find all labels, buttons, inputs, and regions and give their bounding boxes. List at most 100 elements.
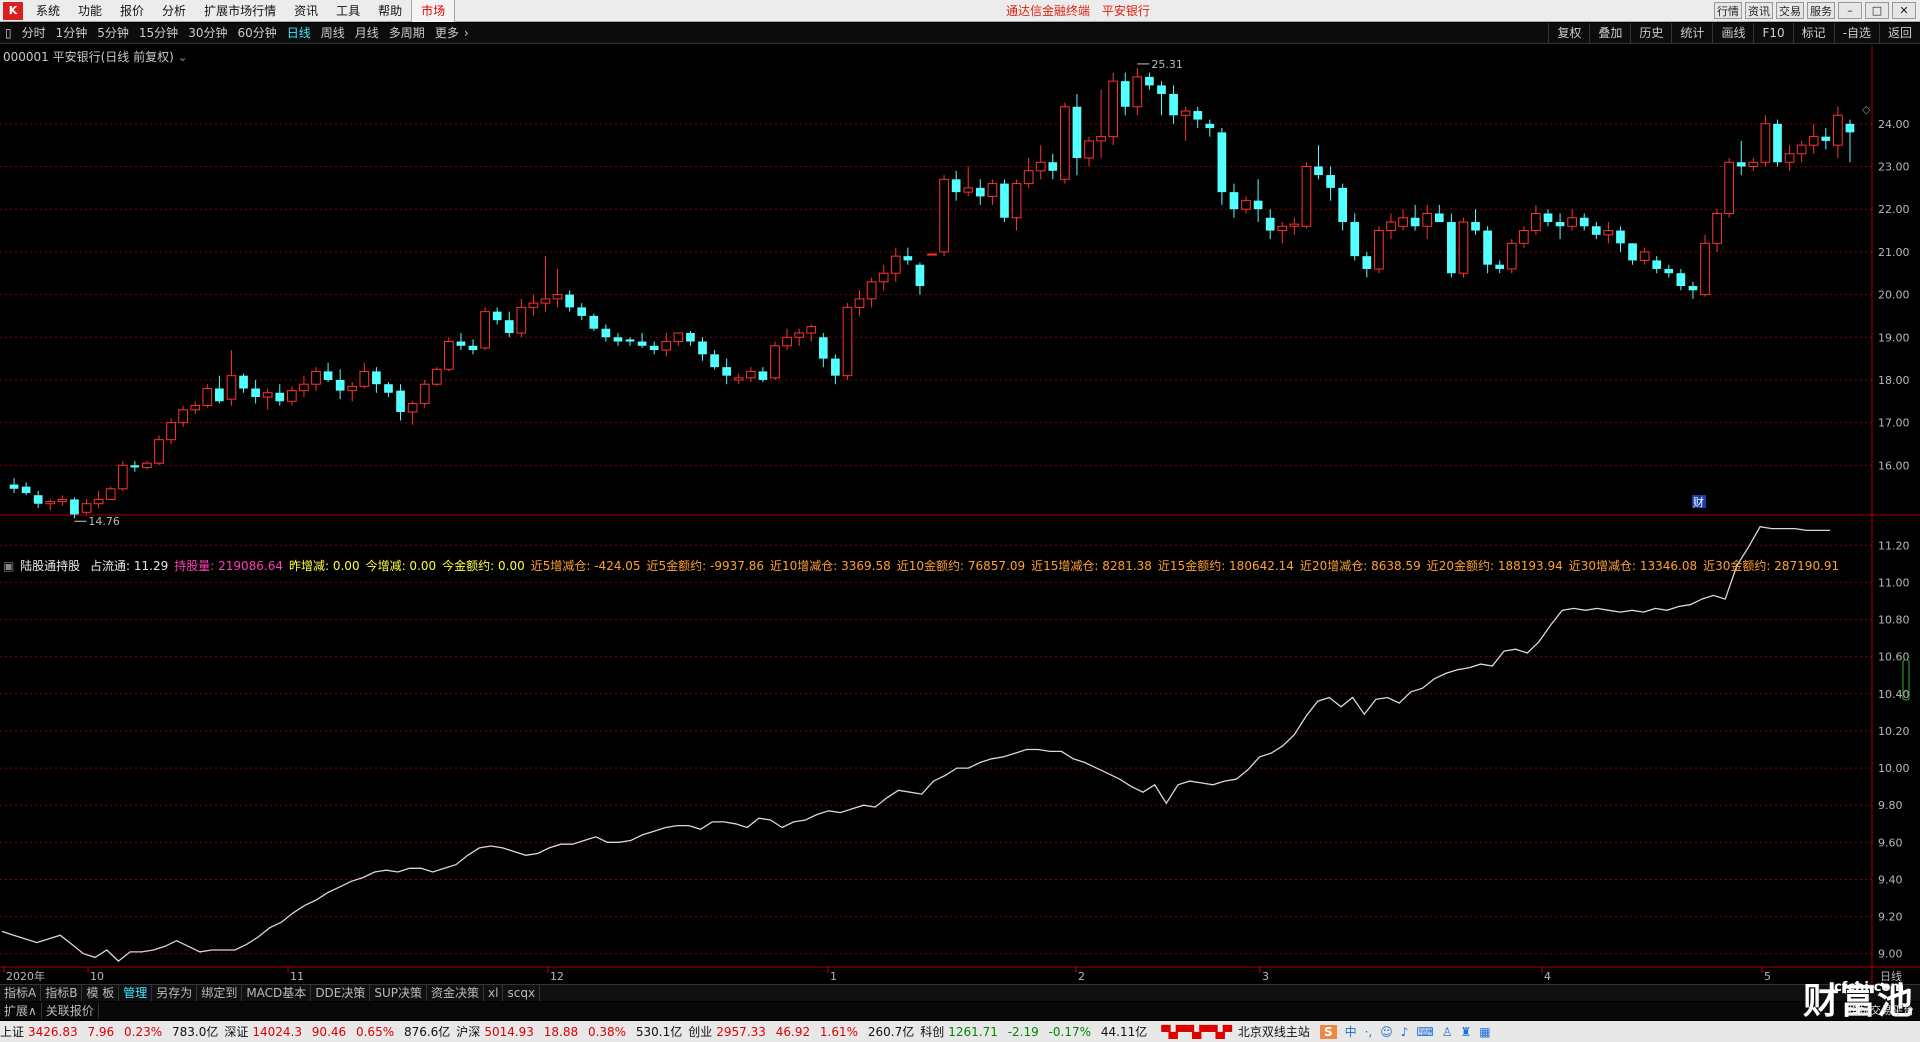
period-multi[interactable]: 多周期 — [384, 23, 430, 44]
quote-button[interactable]: 行情 — [1714, 2, 1742, 19]
toolbar-right: 复权 叠加 历史 统计 画线 F10 标记 -自选 返回 — [1548, 23, 1920, 44]
tab-4[interactable]: 另存为 — [152, 985, 198, 1001]
menu-help[interactable]: 帮助 — [369, 0, 411, 22]
menu-extended-market[interactable]: 扩展市场行情 — [195, 0, 285, 22]
candle-body — [1108, 80, 1119, 138]
indicator-icon[interactable]: ▣ — [3, 559, 14, 573]
candle-body — [854, 298, 865, 308]
period-weekly[interactable]: 周线 — [316, 23, 350, 44]
date-label: 12 — [550, 970, 564, 983]
candle-body — [1616, 230, 1625, 244]
period-more[interactable]: 更多 — [430, 23, 464, 44]
candle-body — [130, 465, 140, 468]
period-monthly[interactable]: 月线 — [350, 23, 384, 44]
price-tick-label: 21.00 — [1878, 246, 1910, 259]
emoji-icon[interactable]: ☺ — [1380, 1025, 1393, 1039]
indicator-tick-label: 9.60 — [1878, 836, 1903, 849]
period-1min[interactable]: 1分钟 — [51, 23, 93, 44]
low-label: 14.76 — [88, 515, 120, 528]
service-button[interactable]: 服务 — [1807, 2, 1835, 19]
tab-7[interactable]: DDE决策 — [311, 985, 371, 1001]
settings-icon[interactable]: ◇ — [1862, 103, 1870, 116]
ime-mode[interactable]: 中 — [1345, 1023, 1357, 1040]
tab-0[interactable]: 指标A — [0, 985, 42, 1001]
indicator-name[interactable]: 陆股通持股 — [20, 559, 80, 573]
maximize-icon[interactable]: □ — [1865, 2, 1889, 19]
index-3[interactable]: 创业 2957.33 46.92 1.61% 260.7亿 — [688, 1023, 914, 1040]
candle-body — [831, 358, 840, 376]
tab-10[interactable]: xl — [484, 985, 504, 1001]
candle-body — [1495, 264, 1505, 269]
index-1[interactable]: 深证 14024.3 90.46 0.65% 876.6亿 — [224, 1023, 450, 1040]
menu-quote[interactable]: 报价 — [111, 0, 153, 22]
close-icon[interactable]: ✕ — [1892, 2, 1916, 19]
index-2[interactable]: 沪深 5014.93 18.88 0.38% 530.1亿 — [456, 1023, 682, 1040]
trade-button[interactable]: 交易 — [1776, 2, 1804, 19]
tab-2[interactable]: 模 板 — [82, 985, 120, 1001]
menu-market[interactable]: 市场 — [411, 0, 456, 22]
chart-canvas[interactable]: 24.0023.0022.0021.0020.0019.0018.0017.00… — [0, 45, 1920, 983]
chevron-right-icon[interactable]: › — [464, 23, 469, 44]
indicator-value-0: 占流通: 11.29 — [90, 559, 169, 573]
tab-5[interactable]: 绑定到 — [197, 985, 243, 1001]
adjust-button[interactable]: 复权 — [1548, 23, 1589, 44]
candle-body — [722, 367, 732, 376]
price-tick-label: 22.00 — [1878, 203, 1910, 216]
tab-3[interactable]: 管理 — [119, 985, 153, 1001]
tab-1[interactable]: 指标B — [41, 985, 83, 1001]
back-button[interactable]: 返回 — [1878, 23, 1920, 44]
skin-icon[interactable]: ♜ — [1461, 1025, 1472, 1039]
candle-body — [33, 495, 43, 504]
tab-9[interactable]: 资金决策 — [427, 985, 485, 1001]
expand-bar: 扩展∧ 关联报价 — [0, 1002, 1920, 1020]
period-5min[interactable]: 5分钟 — [92, 23, 134, 44]
draw-button[interactable]: 画线 — [1712, 23, 1753, 44]
date-label: 3 — [1262, 970, 1269, 983]
menu-analysis[interactable]: 分析 — [153, 0, 195, 22]
period-30min[interactable]: 30分钟 — [183, 23, 232, 44]
history-button[interactable]: 历史 — [1630, 23, 1671, 44]
expand-button[interactable]: 扩展∧ — [0, 1003, 42, 1019]
overlay-button[interactable]: 叠加 — [1589, 23, 1630, 44]
candle-body — [951, 179, 961, 193]
sogou-icon[interactable]: S — [1319, 1024, 1337, 1039]
menu-function[interactable]: 功能 — [69, 0, 111, 22]
chevron-down-icon[interactable]: ⌄ — [178, 50, 188, 64]
index-4[interactable]: 科创 1261.71 -2.19 -0.17% 44.11亿 — [920, 1023, 1147, 1040]
tab-6[interactable]: MACD基本 — [242, 985, 312, 1001]
period-15min[interactable]: 15分钟 — [134, 23, 183, 44]
period-60min[interactable]: 60分钟 — [232, 23, 281, 44]
sidebar-toggle-icon[interactable]: ▯ — [0, 23, 17, 44]
menu-system[interactable]: 系统 — [27, 0, 69, 22]
period-daily[interactable]: 日线 — [282, 23, 316, 44]
keyboard-icon[interactable]: ⌨ — [1416, 1025, 1433, 1039]
tab-11[interactable]: scqx — [503, 985, 541, 1001]
index-0[interactable]: 上证 3426.83 7.96 0.23% 783.0亿 — [0, 1023, 218, 1040]
candle-body — [1253, 200, 1263, 210]
related-quote-button[interactable]: 关联报价 — [42, 1003, 99, 1019]
menu-news[interactable]: 资讯 — [285, 0, 327, 22]
mark-button[interactable]: 标记 — [1792, 23, 1834, 44]
grid-icon[interactable]: ▦ — [1479, 1025, 1490, 1039]
tab-8[interactable]: SUP决策 — [370, 985, 428, 1001]
news-button[interactable]: 资讯 — [1745, 2, 1773, 19]
candle-body — [782, 336, 792, 347]
chart-area[interactable]: 24.00 23.00 22.00 21.00 20.00 19.00 18.00 17.00… — [0, 45, 1920, 983]
candle-body — [818, 337, 828, 359]
candle-body — [190, 405, 201, 411]
server-site[interactable]: 北京双线主站 — [1238, 1023, 1310, 1040]
mic-icon[interactable]: ♪ — [1401, 1025, 1409, 1039]
watchlist-button[interactable]: -自选 — [1833, 23, 1879, 44]
minimize-icon[interactable]: – — [1838, 2, 1862, 19]
candle-body — [93, 498, 104, 505]
period-intraday[interactable]: 分时 — [17, 23, 51, 44]
f10-button[interactable]: F10 — [1753, 23, 1792, 44]
symbol-title: 000001 平安银行(日线 前复权) — [3, 50, 174, 64]
menu-tools[interactable]: 工具 — [327, 0, 369, 22]
user-icon[interactable]: ♙ — [1442, 1025, 1453, 1039]
stats-button[interactable]: 统计 — [1671, 23, 1712, 44]
punctuation-icon[interactable]: ·, — [1365, 1025, 1373, 1039]
candle-body — [1628, 243, 1637, 261]
candle-body — [1591, 226, 1601, 235]
candle-body — [1688, 286, 1698, 291]
